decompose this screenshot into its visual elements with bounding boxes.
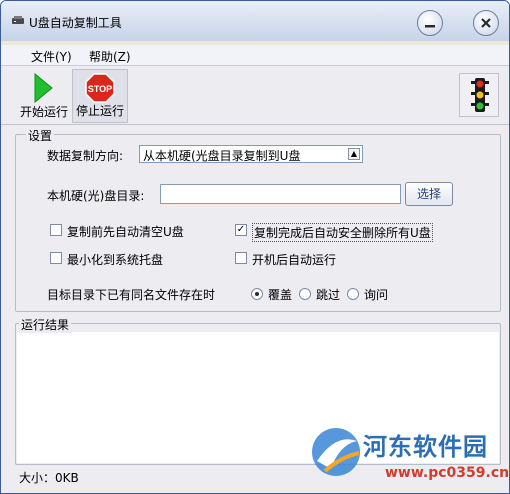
app-window: U盘自动复制工具 文件(Y) 帮助(Z) 开始运行 STOP 停止运行 设置 数… [0, 0, 510, 494]
skip-label: 跳过 [316, 288, 341, 302]
minimize-tray-label: 最小化到系统托盘 [67, 253, 164, 267]
direction-value: 从本机硬(光盘目录复制到U盘 [143, 149, 301, 163]
autostart-checkbox[interactable] [235, 252, 247, 264]
ask-radio[interactable] [347, 288, 359, 300]
watermark-url: www.pc0359.cn [385, 465, 510, 481]
skip-radio[interactable] [299, 288, 311, 300]
menu-file[interactable]: 文件(Y) [31, 48, 72, 65]
stop-sign-text: STOP [88, 84, 112, 94]
size-status: 大小：0KB [19, 471, 79, 485]
minimize-icon [425, 25, 435, 28]
minimize-button[interactable] [417, 10, 443, 36]
directory-label: 本机硬(光)盘目录: [47, 189, 145, 203]
autostart-label: 开机后自动运行 [252, 253, 337, 267]
play-icon [34, 73, 53, 103]
watermark-title: 河东软件园 [363, 433, 488, 461]
clear-before-checkbox[interactable] [50, 224, 62, 236]
overwrite-label: 覆盖 [268, 288, 293, 302]
watermark-logo-icon [312, 428, 360, 476]
directory-input[interactable] [160, 184, 401, 204]
menu-help[interactable]: 帮助(Z) [89, 48, 131, 65]
traffic-light-indicator [459, 73, 499, 117]
start-label: 开始运行 [19, 105, 68, 119]
toolbar: 开始运行 STOP 停止运行 [1, 66, 509, 125]
overwrite-radio[interactable] [251, 288, 263, 300]
start-button[interactable]: 开始运行 [17, 69, 71, 123]
window-title: U盘自动复制工具 [29, 16, 122, 30]
close-button[interactable] [473, 10, 499, 36]
stop-button[interactable]: STOP 停止运行 [72, 69, 128, 123]
close-icon [481, 18, 491, 28]
minimize-tray-checkbox[interactable] [50, 252, 62, 264]
browse-button[interactable]: 选择 [405, 182, 453, 206]
watermark: 河东软件园 www.pc0359.cn [305, 421, 509, 493]
direction-label: 数据复制方向: [47, 149, 124, 163]
stop-sign-icon: STOP [85, 73, 115, 103]
delete-after-label: 复制完成后自动安全删除所有U盘 [252, 223, 433, 242]
conflict-label: 目标目录下已有同名文件存在时 [47, 288, 216, 302]
chevron-down-icon[interactable]: ▲ [348, 148, 360, 160]
clear-before-label: 复制前先自动清空U盘 [67, 225, 184, 239]
drive-icon [12, 16, 24, 24]
direction-select[interactable]: 从本机硬(光盘目录复制到U盘 ▲ [139, 145, 363, 163]
traffic-light-icon [471, 78, 489, 112]
results-legend: 运行结果 [19, 316, 72, 333]
stop-label: 停止运行 [75, 104, 124, 118]
settings-legend: 设置 [26, 127, 55, 144]
delete-after-checkbox[interactable]: ✓ [235, 224, 247, 236]
ask-label: 询问 [364, 288, 389, 302]
menu-bar: 文件(Y) 帮助(Z) [1, 45, 509, 66]
title-bar[interactable]: U盘自动复制工具 [1, 1, 509, 41]
